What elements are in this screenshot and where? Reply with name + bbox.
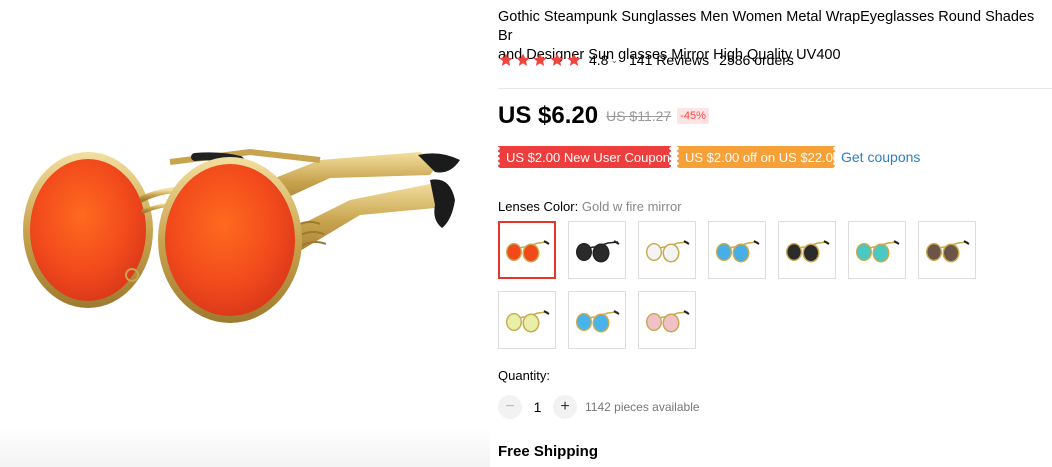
- sunglasses-thumbnail-icon: [576, 310, 620, 333]
- rating-caret-icon[interactable]: ⌄: [610, 55, 618, 66]
- sunglasses-thumbnail-icon: [646, 240, 690, 263]
- lens-color-label: Lenses Color: Gold w fire mirror: [498, 199, 682, 214]
- image-fade: [0, 427, 490, 467]
- quantity-stepper: − 1 + 1142 pieces available: [498, 395, 700, 419]
- quantity-value[interactable]: 1: [522, 399, 553, 415]
- lens-color-option[interactable]: [498, 291, 556, 349]
- lens-color-option[interactable]: [918, 221, 976, 279]
- lens-color-selected: Gold w fire mirror: [581, 199, 682, 214]
- current-price: US $6.20: [498, 102, 599, 129]
- sunglasses-thumbnail-icon: [926, 240, 970, 263]
- lens-color-option[interactable]: [568, 221, 626, 279]
- divider: [498, 88, 1052, 89]
- discount-badge: -45%: [677, 108, 709, 124]
- quantity-decrease-button[interactable]: −: [498, 395, 522, 419]
- sunglasses-product-photo: [23, 148, 460, 323]
- orders-count: 2586 orders: [719, 52, 794, 68]
- star-icon: [499, 53, 513, 66]
- free-shipping: Free Shipping: [498, 443, 599, 460]
- product-title-line-1: Gothic Steampunk Sunglasses Men Women Me…: [498, 9, 1035, 44]
- rating-value: 4.8: [589, 52, 609, 68]
- sunglasses-thumbnail-icon: [716, 240, 760, 263]
- sunglasses-thumbnail-icon: [856, 240, 900, 263]
- lens-color-option[interactable]: [848, 221, 906, 279]
- sunglasses-thumbnail-icon: [646, 310, 690, 333]
- sunglasses-thumbnail-icon: [506, 240, 550, 263]
- star-icon: [516, 53, 530, 66]
- lens-color-option[interactable]: [638, 221, 696, 279]
- price-row: US $6.20 US $11.27 -45%: [498, 102, 709, 130]
- star-icon: [567, 53, 581, 66]
- get-coupons-link[interactable]: Get coupons: [841, 149, 920, 165]
- lens-color-option[interactable]: [708, 221, 766, 279]
- coupon-row: US $2.00 New User Coupon US $2.00 off on…: [496, 146, 920, 168]
- sunglasses-thumbnail-icon: [786, 240, 830, 263]
- sunglasses-thumbnail-icon: [576, 240, 620, 263]
- lens-color-option[interactable]: [778, 221, 836, 279]
- store-coupon[interactable]: US $2.00 off on US $22.00: [675, 146, 840, 168]
- star-icon: [533, 53, 547, 66]
- product-image[interactable]: [0, 0, 490, 467]
- sunglasses-thumbnail-icon: [506, 310, 550, 333]
- pieces-available: 1142 pieces available: [585, 400, 700, 414]
- lens-color-option[interactable]: [638, 291, 696, 349]
- original-price: US $11.27: [606, 108, 672, 124]
- rating-row: 4.8 ⌄ 141 Reviews 2586 orders: [498, 52, 794, 68]
- reviews-link[interactable]: 141 Reviews: [629, 52, 709, 68]
- quantity-label: Quantity:: [498, 368, 551, 383]
- lens-color-option[interactable]: [568, 291, 626, 349]
- lens-color-label-text: Lenses Color:: [498, 199, 579, 214]
- new-user-coupon[interactable]: US $2.00 New User Coupon: [496, 146, 673, 168]
- quantity-increase-button[interactable]: +: [553, 395, 577, 419]
- rating-stars: [498, 52, 582, 68]
- star-icon: [550, 53, 564, 66]
- lens-color-option[interactable]: [498, 221, 556, 279]
